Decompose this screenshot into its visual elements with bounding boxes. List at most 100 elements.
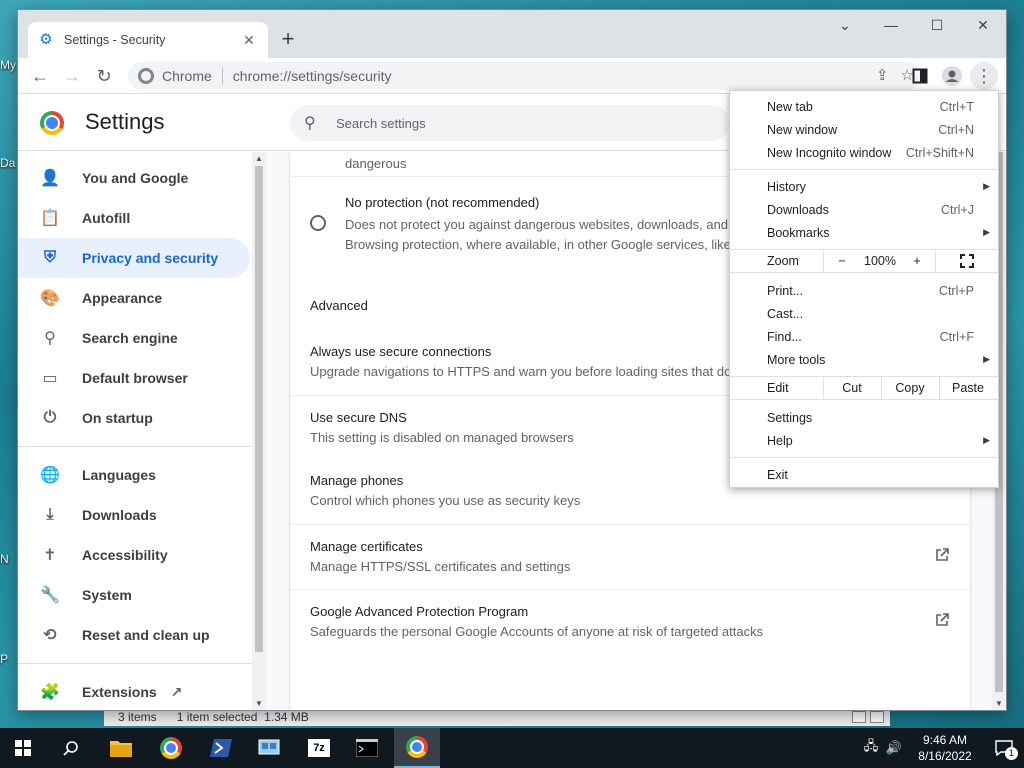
row-advanced-protection[interactable]: Google Advanced Protection Program Safeg… xyxy=(290,589,970,654)
row-subtitle: Safeguards the personal Google Accounts … xyxy=(310,624,764,639)
start-button[interactable] xyxy=(0,728,46,768)
minimize-button[interactable]: — xyxy=(868,10,914,40)
file-explorer-icon[interactable] xyxy=(98,728,144,768)
network-icon[interactable] xyxy=(246,728,292,768)
menu-item-bookmarks[interactable]: Bookmarks ▶ xyxy=(730,221,998,244)
sidebar-item-search-engine[interactable]: ⚲ Search engine xyxy=(18,318,250,358)
clipped-description: dangerous xyxy=(345,156,407,171)
sidebar-item-system[interactable]: 🔧 System xyxy=(18,575,250,615)
sidebar-scroll-thumb[interactable] xyxy=(255,166,263,652)
zoom-in-button[interactable]: + xyxy=(900,250,934,272)
scroll-down-arrow-icon[interactable]: ▼ xyxy=(995,699,1003,708)
tab-title: Settings - Security xyxy=(64,33,166,47)
search-settings-box[interactable]: ⚲ xyxy=(290,105,730,141)
tab-close-icon[interactable]: ✕ xyxy=(240,32,258,49)
desktop-icon-label[interactable]: Da xyxy=(0,156,15,170)
side-panel-icon[interactable] xyxy=(906,62,934,90)
menu-item-new-tab[interactable]: New tab Ctrl+T xyxy=(730,95,998,118)
chrome-main-menu: New tab Ctrl+T New window Ctrl+N New Incog… xyxy=(729,90,999,488)
menu-item-print[interactable]: Print... Ctrl+P xyxy=(730,279,998,302)
omnibox-chip: Chrome xyxy=(162,68,212,84)
scroll-down-arrow-icon[interactable]: ▼ xyxy=(255,699,263,708)
scroll-up-arrow-icon[interactable]: ▲ xyxy=(255,154,263,163)
forward-button[interactable]: → xyxy=(58,62,86,90)
sidebar-item-label: Autofill xyxy=(82,210,131,226)
explorer-view-buttons[interactable] xyxy=(852,710,890,723)
explorer-item-count: 3 items xyxy=(118,709,157,724)
kebab-menu-icon[interactable]: ⋮ xyxy=(970,62,998,90)
row-title: Manage phones xyxy=(310,473,404,488)
url-text[interactable]: chrome://settings/security xyxy=(233,68,392,84)
reload-button[interactable]: ↻ xyxy=(90,62,118,90)
page-title: Settings xyxy=(85,109,165,134)
sidebar-item-you-and-google[interactable]: 👤 You and Google xyxy=(18,158,250,198)
search-icon[interactable] xyxy=(48,728,94,768)
edit-label: Edit xyxy=(767,381,789,395)
desktop-icon-label[interactable]: My xyxy=(0,58,16,72)
back-button[interactable]: ← xyxy=(26,62,54,90)
maximize-button[interactable]: ☐ xyxy=(914,10,960,40)
chrome-page-icon xyxy=(138,68,154,84)
menu-item-help[interactable]: Help ▶ xyxy=(730,429,998,452)
menu-separator xyxy=(730,169,998,170)
copy-button[interactable]: Copy xyxy=(881,377,939,399)
settings-sidebar: 👤 You and Google 📋 Autofill ⛨ Privacy and s… xyxy=(18,152,266,710)
sidebar-item-default-browser[interactable]: ▭ Default browser xyxy=(18,358,250,398)
clock[interactable]: 9:46 AM 8/16/2022 xyxy=(906,732,984,764)
terminal-icon[interactable] xyxy=(344,728,390,768)
palette-icon: 🎨 xyxy=(40,290,60,307)
sidebar-item-downloads[interactable]: ⤓ Downloads xyxy=(18,495,250,535)
zoom-level: 100% xyxy=(864,254,896,268)
fullscreen-icon[interactable] xyxy=(936,250,998,272)
menu-item-cast[interactable]: Cast... xyxy=(730,302,998,325)
menu-item-more-tools[interactable]: More tools ▶ xyxy=(730,348,998,371)
menu-item-downloads[interactable]: Downloads Ctrl+J xyxy=(730,198,998,221)
address-bar[interactable]: Chrome chrome://settings/security ⇪ ☆ xyxy=(128,62,922,90)
sidebar-item-reset-and-clean-up[interactable]: ⟲ Reset and clean up xyxy=(18,615,250,655)
menu-item-settings[interactable]: Settings xyxy=(730,406,998,429)
new-tab-button[interactable]: + xyxy=(276,28,300,52)
notifications-icon[interactable]: 1 xyxy=(984,728,1024,768)
sidebar-item-label: Appearance xyxy=(82,290,163,306)
menu-item-find[interactable]: Find... Ctrl+F xyxy=(730,325,998,348)
radio-button[interactable] xyxy=(310,215,326,231)
open-in-new-icon[interactable] xyxy=(934,547,950,563)
download-icon: ⤓ xyxy=(46,506,54,523)
sidebar-item-languages[interactable]: 🌐 Languages xyxy=(18,455,250,495)
menu-item-exit[interactable]: Exit xyxy=(730,463,998,486)
volume-icon[interactable]: 🔊 xyxy=(882,740,906,756)
desktop-icon-label[interactable]: P xyxy=(0,652,8,666)
menu-item-new-window[interactable]: New window Ctrl+N xyxy=(730,118,998,141)
sidebar-item-on-startup[interactable]: ⏻ On startup xyxy=(18,398,250,438)
sidebar-scrollbar[interactable]: ▲ ▼ xyxy=(252,152,266,710)
tab-search-button[interactable]: ⌄ xyxy=(822,10,868,40)
chrome-icon[interactable] xyxy=(148,728,194,768)
option-title: No protection (not recommended) xyxy=(345,195,540,210)
desktop-icon-label[interactable]: N xyxy=(0,552,9,566)
search-input[interactable] xyxy=(336,115,696,131)
advanced-section-label: Advanced xyxy=(310,298,368,313)
tab-strip: ⚙ Settings - Security ✕ + ⌄ — ☐ ✕ xyxy=(18,10,1006,58)
sidebar-item-autofill[interactable]: 📋 Autofill xyxy=(18,198,250,238)
paste-button[interactable]: Paste xyxy=(939,377,997,399)
sidebar-item-privacy-and-security[interactable]: ⛨ Privacy and security xyxy=(18,238,250,278)
sidebar-item-appearance[interactable]: 🎨 Appearance xyxy=(18,278,250,318)
close-button[interactable]: ✕ xyxy=(960,10,1006,40)
network-status-icon[interactable]: 🖧 xyxy=(860,737,882,759)
power-icon: ⏻ xyxy=(43,409,57,426)
profile-avatar[interactable] xyxy=(938,62,966,90)
sidebar-item-extensions[interactable]: 🧩 Extensions ↗ xyxy=(18,672,250,710)
row-manage-certificates[interactable]: Manage certificates Manage HTTPS/SSL cer… xyxy=(290,524,970,589)
clock-date: 8/16/2022 xyxy=(918,749,972,763)
menu-item-history[interactable]: History ▶ xyxy=(730,175,998,198)
powershell-icon[interactable] xyxy=(198,728,244,768)
tab-settings-security[interactable]: ⚙ Settings - Security ✕ xyxy=(28,22,268,58)
cut-button[interactable]: Cut xyxy=(823,377,881,399)
sidebar-item-accessibility[interactable]: ✝ Accessibility xyxy=(18,535,250,575)
open-in-new-icon[interactable] xyxy=(934,612,950,628)
chrome-icon[interactable] xyxy=(394,728,440,768)
7zip-icon[interactable]: 7z xyxy=(296,728,342,768)
zoom-out-button[interactable]: − xyxy=(824,250,860,272)
share-icon[interactable]: ⇪ xyxy=(876,66,889,84)
menu-item-new-incognito[interactable]: New Incognito window Ctrl+Shift+N xyxy=(730,141,998,164)
